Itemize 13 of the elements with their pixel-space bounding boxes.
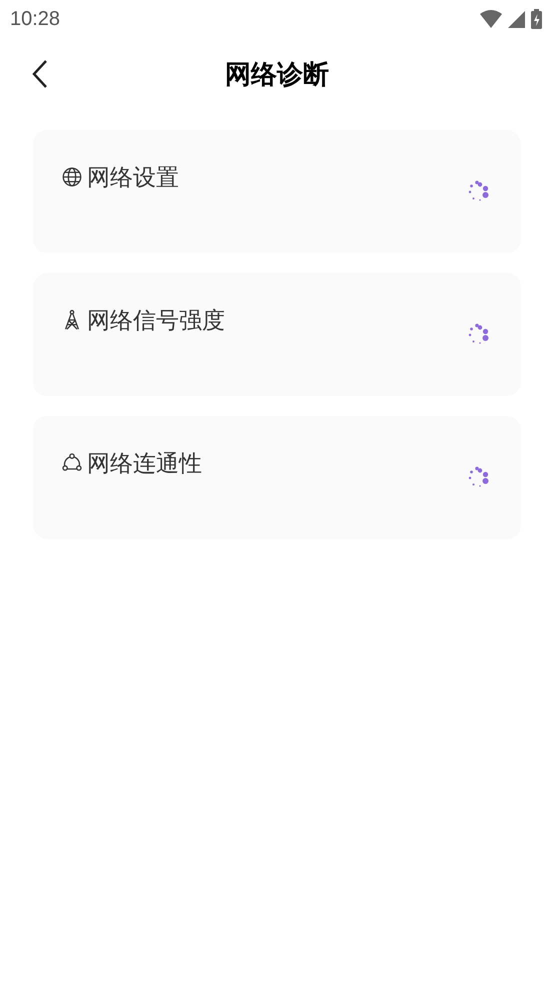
battery-icon [531, 9, 542, 29]
status-time: 10:28 [10, 7, 60, 32]
globe-icon [61, 166, 83, 188]
diagnostic-card[interactable]: 网络设置 [33, 130, 521, 253]
diagnostic-card[interactable]: 网络连通性 [33, 416, 521, 539]
signal-icon [508, 10, 525, 28]
wifi-icon [480, 10, 502, 28]
card-label: 网络连通性 [87, 452, 202, 474]
card-label: 网络设置 [87, 166, 179, 188]
connection-icon [61, 452, 83, 474]
card-label: 网络信号强度 [87, 308, 225, 332]
diagnostic-card[interactable]: 网络信号强度 [33, 273, 521, 396]
page-title: 网络诊断 [225, 58, 329, 90]
